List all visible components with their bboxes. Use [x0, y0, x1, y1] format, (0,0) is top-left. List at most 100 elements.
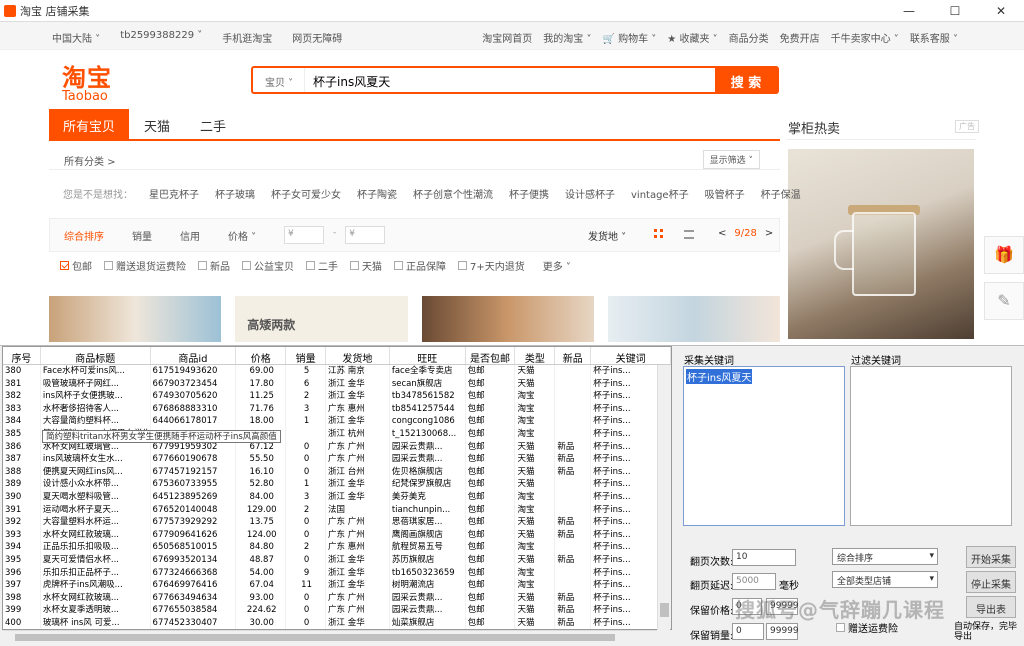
- sales-min-field[interactable]: 0: [732, 623, 764, 640]
- more-filters[interactable]: 更多 ˅: [543, 258, 571, 273]
- table-row[interactable]: 380 Face水杯可爱ins风... 617519493620 69.00 5 江苏 南…: [3, 365, 671, 378]
- shop-type-select[interactable]: 全部类型店铺: [832, 571, 938, 588]
- checkbox[interactable]: [306, 261, 315, 270]
- table-row[interactable]: 388 便携夏天网红ins风... 677457192157 16.10 0 浙江 台州佐…: [3, 465, 671, 479]
- cart-link[interactable]: 🛒 购物车 ˅: [602, 30, 656, 45]
- filter-genuine[interactable]: 正品保障: [394, 258, 446, 273]
- product-image[interactable]: [49, 296, 222, 342]
- sort-select[interactable]: 综合排序: [832, 548, 938, 565]
- checkbox[interactable]: [60, 261, 69, 270]
- suggestion-item[interactable]: 杯子玻璃: [215, 186, 255, 201]
- table-row[interactable]: 389 设计感小众水杯带... 675360733955 52.80 1 浙江 金华 纪梵保…: [3, 478, 671, 491]
- checkbox[interactable]: [836, 623, 845, 632]
- user-link[interactable]: tb2599388229 ˅: [120, 30, 202, 45]
- col-header[interactable]: 价格: [236, 347, 287, 365]
- filter-keywords-textarea[interactable]: [850, 366, 1012, 526]
- table-row[interactable]: 397 虎牌杯子ins风潮吸... 676469976416 67.04 11 浙江 金华…: [3, 579, 671, 592]
- suggestion-item[interactable]: 吸管杯子: [705, 186, 745, 201]
- filter-charity[interactable]: 公益宝贝: [242, 258, 294, 273]
- table-row[interactable]: 384 大容量简约塑料杯... 644066178017 18.00 1 浙江 金华 con…: [3, 415, 671, 428]
- table-row[interactable]: 400 玻璃杯 ins风 可爱... 677452330407 30.00 0 浙江 金华…: [3, 616, 671, 629]
- table-row[interactable]: 394 正品乐扣乐扣吸吸... 650568510015 84.80 2 广东 惠州 航程贸…: [3, 541, 671, 554]
- suggestion-item[interactable]: 杯子创意个性潮流: [413, 186, 493, 201]
- tab-secondhand[interactable]: 二手: [185, 109, 241, 139]
- price-min-input[interactable]: ¥: [284, 226, 324, 244]
- seller-center-link[interactable]: 千牛卖家中心 ˅: [831, 30, 899, 45]
- scroll-thumb[interactable]: [660, 603, 669, 617]
- table-row[interactable]: 391 运动喝水杯子夏天... 676520140048 129.00 2 法国 tianc…: [3, 503, 671, 517]
- pages-input[interactable]: 10: [732, 549, 796, 566]
- table-row[interactable]: 392 大容量塑料水杯运... 677573929292 13.75 0 广东 广州 思蓓琪…: [3, 516, 671, 529]
- suggestion-item[interactable]: 星巴克杯子: [149, 186, 199, 201]
- table-row[interactable]: 387 ins风玻璃杯女生水... 677660190678 55.50 0 广东 广州园…: [3, 453, 671, 466]
- table-row[interactable]: 395 夏天可爱情侣水杯... 676993520134 48.87 0 浙江 金华 苏历旗…: [3, 553, 671, 567]
- filter-secondhand[interactable]: 二手: [306, 258, 338, 273]
- suggestion-item[interactable]: 杯子保温: [761, 186, 801, 201]
- col-header[interactable]: 旺旺: [390, 347, 466, 365]
- filter-freeship[interactable]: 包邮: [60, 258, 92, 273]
- checkbox[interactable]: [198, 261, 207, 270]
- product-image[interactable]: [607, 296, 780, 342]
- horizontal-scrollbar[interactable]: [3, 630, 657, 643]
- minimize-button[interactable]: —: [886, 4, 932, 18]
- list-view-icon[interactable]: [684, 230, 694, 239]
- table-row[interactable]: 399 水杯女夏季透明玻... 677655038584 224.62 0 广东 广州 园采…: [3, 604, 671, 617]
- delay-input[interactable]: 5000: [732, 573, 776, 590]
- my-taobao-link[interactable]: 我的淘宝 ˅: [543, 30, 591, 45]
- all-categories-link[interactable]: 所有分类 >: [64, 153, 116, 168]
- suggestion-item[interactable]: 杯子便携: [509, 186, 549, 201]
- favorites-link[interactable]: ★ 收藏夹 ˅: [667, 30, 717, 45]
- col-header[interactable]: 商品标题: [41, 347, 151, 365]
- table-row[interactable]: 393 水杯女网红款玻璃... 677909641626 124.00 0 广东 广州 鹰阁…: [3, 528, 671, 542]
- table-row[interactable]: 398 水杯女网红款玻璃... 677663494634 93.00 0 广东 广州 园采云…: [3, 591, 671, 605]
- mobile-link[interactable]: 手机逛淘宝: [222, 30, 272, 45]
- prev-page-button[interactable]: <: [718, 228, 726, 239]
- export-button[interactable]: 导出表: [966, 596, 1016, 618]
- col-header[interactable]: 新品: [555, 347, 592, 365]
- checkbox[interactable]: [350, 261, 359, 270]
- stop-collect-button[interactable]: 停止采集: [966, 571, 1016, 593]
- accessibility-link[interactable]: 网页无障碍: [292, 30, 342, 45]
- close-button[interactable]: ✕: [978, 4, 1024, 18]
- checkbox[interactable]: [242, 261, 251, 270]
- col-header[interactable]: 发货地: [326, 347, 390, 365]
- table-row[interactable]: 396 乐扣乐扣正品杯子... 677324666368 54.00 9 浙江 金华 tb1…: [3, 566, 671, 580]
- show-filter-button[interactable]: 显示筛选 ˅: [702, 150, 760, 169]
- product-image[interactable]: 高矮两款: [235, 296, 408, 342]
- table-row[interactable]: 381 吸管玻璃杯子网红... 667903723454 17.80 6 浙江 金华 sec…: [3, 377, 671, 391]
- keywords-textarea[interactable]: 杯子ins风夏天: [683, 366, 845, 526]
- suggestion-item[interactable]: 设计感杯子: [565, 186, 615, 201]
- suggestion-item[interactable]: 杯子女可爱少女: [271, 186, 341, 201]
- search-input[interactable]: 杯子ins风夏天: [305, 68, 715, 92]
- col-header[interactable]: 序号: [3, 347, 41, 365]
- filter-new[interactable]: 新品: [198, 258, 230, 273]
- filter-tmall[interactable]: 天猫: [350, 258, 382, 273]
- checkbox[interactable]: [104, 261, 113, 270]
- filter-return7[interactable]: 7+天内退货: [458, 258, 525, 273]
- start-collect-button[interactable]: 开始采集: [966, 546, 1016, 568]
- price-max-input[interactable]: ¥: [345, 226, 386, 244]
- suggestion-item[interactable]: vintage杯子: [631, 186, 689, 201]
- col-header[interactable]: 销量: [286, 347, 327, 365]
- table-row[interactable]: 390 夏天喝水塑料吸管... 645123895269 84.00 3 浙江 金华 美芬美…: [3, 490, 671, 504]
- open-shop-link[interactable]: 免费开店: [780, 30, 820, 45]
- col-header[interactable]: 类型: [515, 347, 556, 365]
- sort-sales[interactable]: 销量: [118, 219, 166, 252]
- sort-price[interactable]: 价格 ˅: [214, 219, 270, 252]
- support-link[interactable]: 联系客服 ˅: [910, 30, 958, 45]
- gift-icon[interactable]: 🎁: [984, 236, 1024, 274]
- checkbox[interactable]: [458, 261, 467, 270]
- search-button[interactable]: 搜 索: [715, 68, 777, 92]
- scroll-thumb[interactable]: [15, 634, 615, 641]
- sort-default[interactable]: 综合排序: [50, 219, 118, 252]
- sort-credit[interactable]: 信用: [166, 219, 214, 252]
- table-row[interactable]: 382 ins风杯子女便携玻... 674930705620 11.25 2 浙江 金华 t…: [3, 390, 671, 403]
- filter-freight-insurance[interactable]: 赠送退货运费险: [104, 258, 186, 273]
- region-link[interactable]: 中国大陆 ˅: [52, 30, 100, 45]
- sales-max-field[interactable]: 99999: [766, 623, 799, 640]
- col-header[interactable]: 商品id: [151, 347, 237, 365]
- suggestion-item[interactable]: 杯子陶瓷: [357, 186, 397, 201]
- maximize-button[interactable]: ☐: [932, 4, 978, 18]
- grid-view-icon[interactable]: [654, 229, 663, 238]
- table-row[interactable]: 383 水杯奢侈招待客人... 676868883310 71.76 3 广东 惠州 tb8…: [3, 402, 671, 416]
